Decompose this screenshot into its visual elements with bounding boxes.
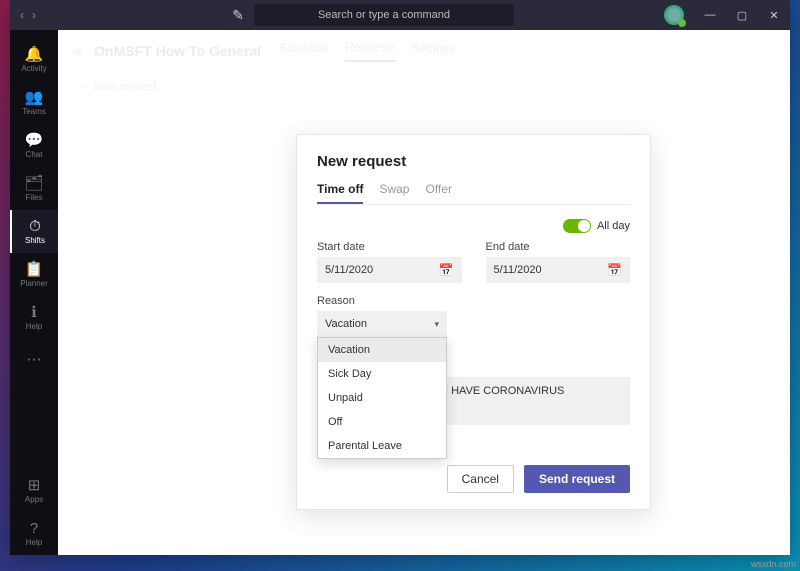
back-icon[interactable]: ‹ <box>20 8 24 22</box>
end-date-label: End date <box>486 241 631 253</box>
sidebar: 🔔 Activity 👥 Teams 💬 Chat 🗂 Files ⏱ Shif… <box>10 30 58 555</box>
date-row: Start date 5/11/2020 📅 End date 5/11/202… <box>317 241 630 283</box>
reason-option-sickday[interactable]: Sick Day <box>318 362 446 386</box>
forward-icon[interactable]: › <box>32 8 36 22</box>
window-controls: — ▢ ✕ <box>694 0 790 30</box>
chat-icon: 💬 <box>25 133 44 148</box>
cancel-button[interactable]: Cancel <box>447 465 514 493</box>
sidebar-item-apps[interactable]: ⊞ Apps <box>10 469 58 512</box>
modal-title: New request <box>317 153 630 170</box>
titlebar: ‹ › ✎ Search or type a command — ▢ ✕ <box>10 0 790 30</box>
allday-row: All day <box>317 219 630 233</box>
start-date-value: 5/11/2020 <box>325 264 373 276</box>
close-button[interactable]: ✕ <box>758 0 790 30</box>
sidebar-item-activity[interactable]: 🔔 Activity <box>10 38 58 81</box>
modal-tab-swap[interactable]: Swap <box>379 182 409 204</box>
app-window: ‹ › ✎ Search or type a command — ▢ ✕ 🔔 A… <box>10 0 790 555</box>
main-content: ≡ OnMSFT How To General Schedule Request… <box>58 30 790 555</box>
modal-footer: Cancel Send request <box>317 465 630 493</box>
reason-value: Vacation <box>325 318 367 330</box>
search-input[interactable]: Search or type a command <box>254 4 514 26</box>
sidebar-item-label: Shifts <box>25 236 45 245</box>
planner-icon: 📋 <box>25 262 44 277</box>
reason-option-vacation[interactable]: Vacation <box>318 338 446 362</box>
bell-icon: 🔔 <box>25 47 44 62</box>
reason-option-off[interactable]: Off <box>318 410 446 434</box>
send-request-button[interactable]: Send request <box>524 465 630 493</box>
sidebar-item-planner[interactable]: 📋 Planner <box>10 253 58 296</box>
app-body: 🔔 Activity 👥 Teams 💬 Chat 🗂 Files ⏱ Shif… <box>10 30 790 555</box>
modal-tab-offer[interactable]: Offer <box>425 182 451 204</box>
start-date-label: Start date <box>317 241 462 253</box>
end-date-field: End date 5/11/2020 📅 <box>486 241 631 283</box>
avatar[interactable] <box>664 5 684 25</box>
sidebar-item-help1[interactable]: ℹ Help <box>10 296 58 339</box>
sidebar-item-label: Help <box>26 538 42 547</box>
sidebar-item-chat[interactable]: 💬 Chat <box>10 124 58 167</box>
help-icon: ? <box>30 521 38 536</box>
reason-label: Reason <box>317 295 630 307</box>
chevron-down-icon: ▾ <box>434 319 439 330</box>
sidebar-item-help2[interactable]: ? Help <box>10 512 58 555</box>
shifts-icon: ⏱ <box>29 219 41 234</box>
sidebar-item-label: Files <box>26 193 43 202</box>
reason-dropdown: Vacation Sick Day Unpaid Off Parental Le… <box>317 337 447 459</box>
reason-select[interactable]: Vacation ▾ Vacation Sick Day Unpaid Off … <box>317 311 447 337</box>
sidebar-item-label: Chat <box>26 150 43 159</box>
more-icon: ⋯ <box>27 352 42 367</box>
files-icon: 🗂 <box>24 176 43 191</box>
allday-label: All day <box>597 220 630 232</box>
sidebar-item-shifts[interactable]: ⏱ Shifts <box>10 210 58 253</box>
people-icon: 👥 <box>25 90 44 105</box>
reason-option-unpaid[interactable]: Unpaid <box>318 386 446 410</box>
start-date-field: Start date 5/11/2020 📅 <box>317 241 462 283</box>
calendar-icon: 📅 <box>607 263 622 277</box>
allday-toggle[interactable] <box>563 219 591 233</box>
history-nav: ‹ › <box>10 8 46 22</box>
note-text: I HAVE CORONAVIRUS <box>445 385 622 397</box>
start-date-input[interactable]: 5/11/2020 📅 <box>317 257 462 283</box>
sidebar-item-label: Activity <box>21 64 46 73</box>
compose-icon[interactable]: ✎ <box>222 7 254 24</box>
modal-tab-timeoff[interactable]: Time off <box>317 182 363 204</box>
sidebar-item-label: Apps <box>25 495 43 504</box>
new-request-modal: New request Time off Swap Offer All day … <box>296 134 651 510</box>
watermark: wsxdn.com <box>751 559 796 569</box>
end-date-input[interactable]: 5/11/2020 📅 <box>486 257 631 283</box>
reason-option-parental[interactable]: Parental Leave <box>318 434 446 458</box>
calendar-icon: 📅 <box>439 263 454 277</box>
reason-field: Reason Vacation ▾ Vacation Sick Day Unpa… <box>317 295 630 337</box>
sidebar-item-more[interactable]: ⋯ <box>10 339 58 382</box>
end-date-value: 5/11/2020 <box>494 264 542 276</box>
sidebar-item-teams[interactable]: 👥 Teams <box>10 81 58 124</box>
maximize-button[interactable]: ▢ <box>726 0 758 30</box>
apps-icon: ⊞ <box>28 478 41 493</box>
sidebar-item-files[interactable]: 🗂 Files <box>10 167 58 210</box>
sidebar-item-label: Teams <box>22 107 46 116</box>
sidebar-item-label: Planner <box>20 279 48 288</box>
minimize-button[interactable]: — <box>694 0 726 30</box>
modal-tabs: Time off Swap Offer <box>317 182 630 205</box>
info-icon: ℹ <box>31 305 37 320</box>
sidebar-item-label: Help <box>26 322 42 331</box>
